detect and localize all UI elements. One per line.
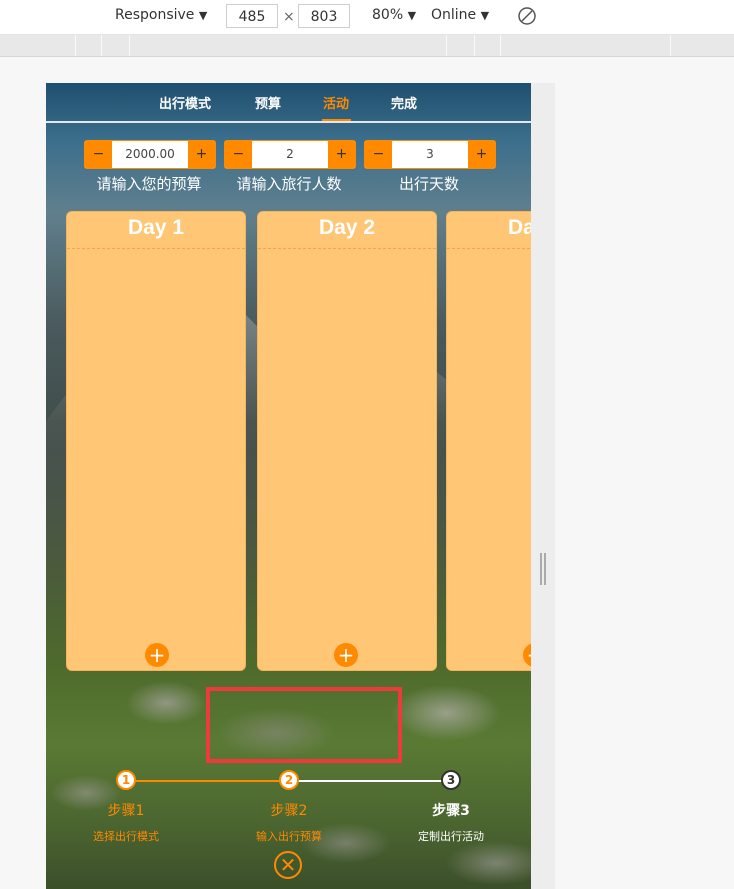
- add-activity-button[interactable]: +: [523, 643, 531, 667]
- increment-button[interactable]: +: [468, 141, 495, 168]
- tab-budget[interactable]: 预算: [255, 93, 281, 112]
- days-label: 出行天数: [398, 175, 459, 193]
- tab-activities[interactable]: 活动: [323, 93, 349, 112]
- step-3-title: 步骤3: [432, 803, 470, 819]
- network-label: Online: [431, 7, 477, 23]
- tab-done[interactable]: 完成: [391, 93, 417, 112]
- device-viewport: 出行模式 预算 活动 完成 − 2000.00 + 请输入您的预算 − 2 + …: [46, 83, 531, 889]
- day-card: Day 2 +: [257, 211, 437, 671]
- step-2-subtitle: 输入出行预算: [256, 830, 322, 843]
- rotate-icon[interactable]: [517, 6, 537, 30]
- divider: [447, 248, 531, 249]
- budget-stepper: − 2000.00 +: [84, 140, 216, 169]
- days-stepper: − 3 +: [364, 140, 496, 169]
- decrement-button[interactable]: −: [85, 141, 112, 168]
- travelers-label: 请输入旅行人数: [236, 175, 342, 193]
- day-card: Day 3 +: [446, 211, 531, 671]
- network-select[interactable]: Online ▼: [431, 7, 489, 23]
- decrement-button[interactable]: −: [225, 141, 252, 168]
- step-2-title: 步骤2: [270, 803, 308, 819]
- step-3-circle[interactable]: 3: [441, 770, 461, 790]
- divider: [258, 248, 436, 249]
- progress-line-pending: [289, 780, 451, 782]
- day-title: Day 3: [507, 216, 531, 239]
- zoom-select[interactable]: 80% ▼: [372, 7, 416, 23]
- chevron-down-icon: ▼: [198, 9, 208, 22]
- day-card: Day 1 +: [66, 211, 246, 671]
- height-input[interactable]: 803: [298, 4, 350, 28]
- decrement-button[interactable]: −: [365, 141, 392, 168]
- step-3-subtitle: 定制出行活动: [418, 830, 484, 843]
- day-title: Day 1: [127, 216, 185, 239]
- step-1-title: 步骤1: [107, 803, 145, 819]
- device-label: Responsive: [115, 7, 195, 23]
- media-query-ruler: [0, 35, 734, 57]
- progress-line-done: [126, 780, 289, 782]
- chevron-down-icon: ▼: [407, 9, 417, 22]
- days-input[interactable]: 3: [392, 141, 468, 168]
- handle-grip: [544, 553, 546, 585]
- resize-handle[interactable]: [531, 83, 555, 889]
- step-2-circle[interactable]: 2: [279, 770, 299, 790]
- step-1-circle[interactable]: 1: [116, 770, 136, 790]
- active-tab-indicator: [322, 119, 351, 121]
- device-select[interactable]: Responsive ▼: [115, 7, 207, 23]
- tab-travel-mode[interactable]: 出行模式: [159, 93, 211, 112]
- highlight-annotation-box: [206, 687, 402, 763]
- devtools-toolbar: Responsive ▼ 485 × 803 80% ▼ Online ▼: [0, 0, 734, 35]
- travelers-input[interactable]: 2: [252, 141, 328, 168]
- add-activity-button[interactable]: +: [334, 643, 358, 667]
- zoom-label: 80%: [372, 7, 404, 23]
- day-title: Day 2: [318, 216, 376, 239]
- increment-button[interactable]: +: [328, 141, 355, 168]
- chevron-down-icon: ▼: [480, 9, 490, 22]
- travelers-stepper: − 2 +: [224, 140, 356, 169]
- close-button[interactable]: ✕: [274, 851, 302, 879]
- increment-button[interactable]: +: [188, 141, 215, 168]
- step-1-subtitle: 选择出行模式: [93, 830, 159, 843]
- times-icon: ×: [283, 9, 295, 25]
- budget-label: 请输入您的预算: [96, 175, 202, 193]
- width-input[interactable]: 485: [226, 4, 278, 28]
- divider: [67, 248, 245, 249]
- budget-input[interactable]: 2000.00: [112, 141, 188, 168]
- handle-grip: [540, 553, 542, 585]
- add-activity-button[interactable]: +: [145, 643, 169, 667]
- top-nav: 出行模式 预算 活动 完成: [46, 83, 531, 123]
